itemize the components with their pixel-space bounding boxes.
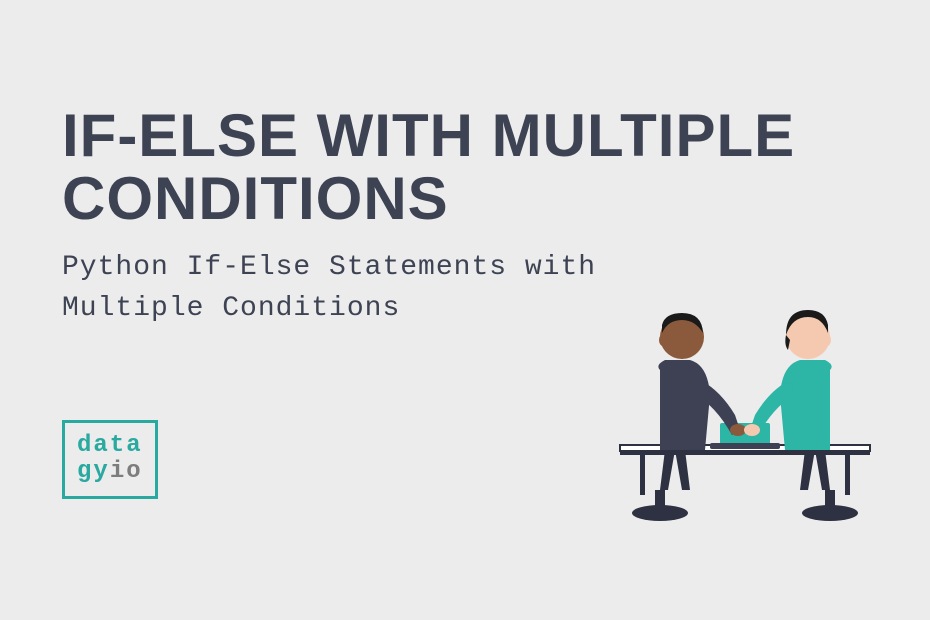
handshake-illustration: [590, 295, 900, 555]
main-title: IF-ELSE WITH MULTIPLE CONDITIONS: [62, 104, 930, 230]
subtitle: Python If-Else Statements with Multiple …: [62, 248, 596, 329]
subtitle-line-2: Multiple Conditions: [62, 289, 596, 330]
subtitle-line-1: Python If-Else Statements with: [62, 248, 596, 289]
logo-line-2: gyio: [77, 459, 143, 485]
logo-line-1: data: [77, 433, 143, 459]
datagy-logo: data gyio: [62, 420, 158, 499]
